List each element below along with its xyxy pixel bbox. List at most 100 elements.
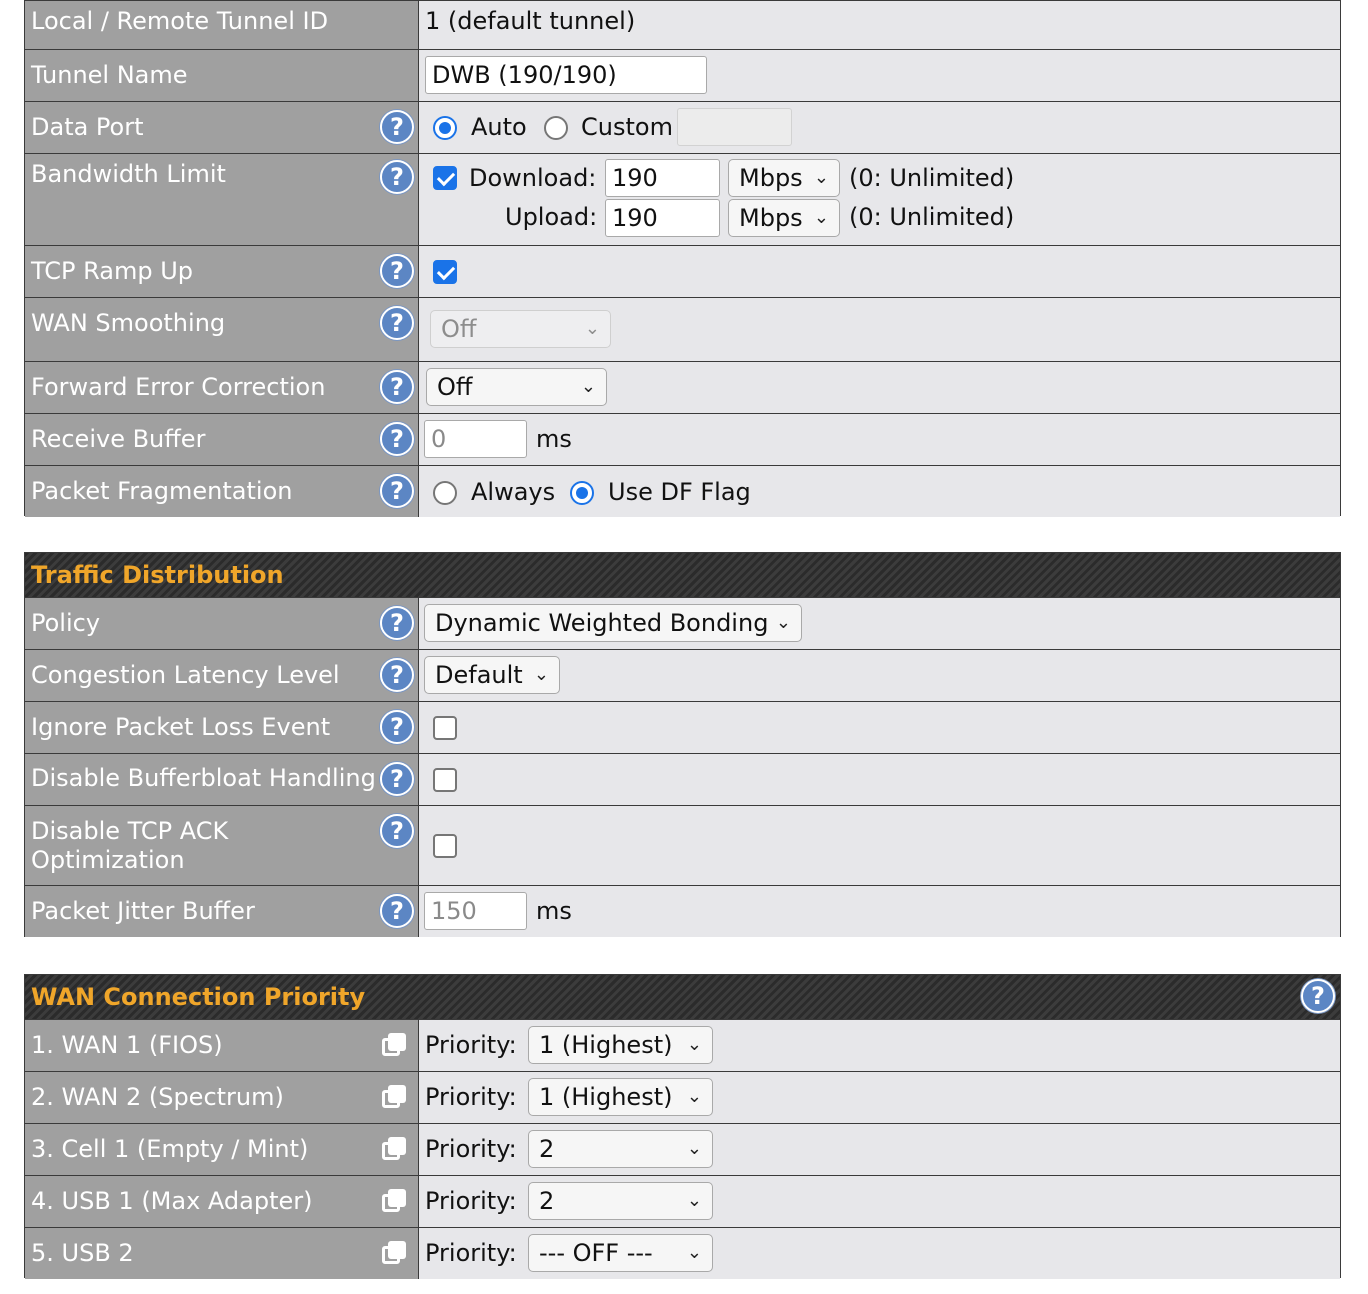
row-fec: Forward Error Correction ? Off ⌄: [25, 361, 1340, 413]
priority-label: Priority:: [425, 1031, 517, 1059]
copy-icon[interactable]: [382, 1033, 406, 1057]
help-icon[interactable]: ?: [380, 606, 414, 640]
chevron-down-icon: ⌄: [813, 207, 829, 228]
traffic-distribution-table: Traffic Distribution Policy ? Dynamic We…: [24, 552, 1341, 937]
ignore-packet-loss-checkbox[interactable]: [433, 716, 457, 740]
copy-icon[interactable]: [382, 1241, 406, 1265]
row-tcp-ramp-up: TCP Ramp Up ?: [25, 245, 1340, 297]
chevron-down-icon: ⌄: [686, 1138, 702, 1159]
tcp-ramp-up-checkbox[interactable]: [433, 260, 457, 284]
wan-smoothing-select[interactable]: Off ⌄: [430, 310, 611, 348]
download-hint: (0: Unlimited): [849, 164, 1015, 192]
row-congestion-latency: Congestion Latency Level ? Default ⌄: [25, 649, 1340, 701]
disable-bufferbloat-checkbox[interactable]: [433, 768, 457, 792]
upload-label: Upload:: [505, 203, 598, 231]
traffic-distribution-title: Traffic Distribution: [25, 553, 1340, 597]
bandwidth-limit-label: Bandwidth Limit: [31, 160, 226, 188]
policy-select[interactable]: Dynamic Weighted Bonding ⌄: [424, 604, 802, 642]
copy-icon[interactable]: [382, 1137, 406, 1161]
row-data-port: Data Port ? Auto Custom: [25, 101, 1340, 153]
help-icon[interactable]: ?: [380, 710, 414, 744]
row-wan-smoothing: WAN Smoothing ? Off ⌄: [25, 297, 1340, 361]
data-port-auto-label: Auto: [471, 113, 527, 141]
wan-row: 3. Cell 1 (Empty / Mint) Priority: 2 ⌄: [25, 1123, 1340, 1175]
help-icon[interactable]: ?: [380, 110, 414, 144]
row-receive-buffer: Receive Buffer ? 0 ms: [25, 413, 1340, 465]
policy-label: Policy: [31, 609, 101, 637]
disable-tcp-ack-label-line2: Optimization: [31, 846, 185, 874]
priority-select[interactable]: 2 ⌄: [528, 1182, 713, 1220]
help-icon[interactable]: ?: [380, 658, 414, 692]
packet-jitter-buffer-label: Packet Jitter Buffer: [31, 897, 255, 925]
priority-select[interactable]: 2 ⌄: [528, 1130, 713, 1168]
fragmentation-df-radio[interactable]: [570, 481, 594, 505]
chevron-down-icon: ⌄: [584, 318, 600, 339]
chevron-down-icon: ⌄: [686, 1190, 702, 1211]
data-port-custom-radio[interactable]: [544, 116, 568, 140]
tcp-ramp-up-label: TCP Ramp Up: [31, 257, 194, 285]
wan-priority-table: WAN Connection Priority ? 1. WAN 1 (FIOS…: [24, 974, 1341, 1279]
help-icon[interactable]: ?: [380, 762, 414, 796]
packet-jitter-buffer-unit: ms: [536, 897, 572, 925]
fec-select[interactable]: Off ⌄: [426, 368, 607, 406]
chevron-down-icon: ⌄: [533, 664, 549, 685]
help-icon[interactable]: ?: [380, 474, 414, 508]
receive-buffer-label: Receive Buffer: [31, 425, 206, 453]
row-packet-jitter-buffer: Packet Jitter Buffer ? 150 ms: [25, 885, 1340, 937]
priority-select[interactable]: --- OFF --- ⌄: [528, 1234, 713, 1272]
data-port-custom-input[interactable]: [677, 108, 792, 146]
row-ignore-packet-loss: Ignore Packet Loss Event ?: [25, 701, 1340, 753]
receive-buffer-input[interactable]: 0: [424, 420, 527, 458]
chevron-down-icon: ⌄: [813, 167, 829, 188]
tunnel-settings-table: Local / Remote Tunnel ID 1 (default tunn…: [24, 0, 1341, 517]
wan-row: 4. USB 1 (Max Adapter) Priority: 2 ⌄: [25, 1175, 1340, 1227]
priority-label: Priority:: [425, 1083, 517, 1111]
help-icon[interactable]: ?: [1301, 979, 1335, 1013]
help-icon[interactable]: ?: [380, 370, 414, 404]
help-icon[interactable]: ?: [380, 894, 414, 928]
upload-input[interactable]: 190: [605, 199, 720, 237]
help-icon[interactable]: ?: [380, 160, 414, 194]
copy-icon[interactable]: [382, 1085, 406, 1109]
chevron-down-icon: ⌄: [686, 1034, 702, 1055]
wan-row: 5. USB 2 Priority: --- OFF --- ⌄: [25, 1227, 1340, 1279]
row-tunnel-name: Tunnel Name DWB (190/190): [25, 49, 1340, 101]
wan-name: 5. USB 2: [31, 1239, 134, 1267]
wan-name: 2. WAN 2 (Spectrum): [31, 1083, 284, 1111]
help-icon[interactable]: ?: [380, 306, 414, 340]
help-icon[interactable]: ?: [380, 422, 414, 456]
congestion-latency-select[interactable]: Default ⌄: [424, 656, 560, 694]
data-port-custom-label: Custom: [581, 113, 673, 141]
priority-label: Priority:: [425, 1239, 517, 1267]
help-icon[interactable]: ?: [380, 254, 414, 288]
row-disable-tcp-ack: Disable TCP ACK Optimization ?: [25, 805, 1340, 885]
tunnel-name-input[interactable]: DWB (190/190): [425, 56, 707, 94]
wan-smoothing-label: WAN Smoothing: [31, 309, 226, 337]
congestion-latency-label: Congestion Latency Level: [31, 661, 340, 689]
data-port-auto-radio[interactable]: [433, 116, 457, 140]
receive-buffer-unit: ms: [536, 425, 572, 453]
bandwidth-limit-checkbox[interactable]: [433, 166, 457, 190]
wan-name: 1. WAN 1 (FIOS): [31, 1031, 223, 1059]
copy-icon[interactable]: [382, 1189, 406, 1213]
wan-name: 4. USB 1 (Max Adapter): [31, 1187, 313, 1215]
packet-jitter-buffer-input[interactable]: 150: [424, 892, 527, 930]
disable-tcp-ack-checkbox[interactable]: [433, 834, 457, 858]
wan-priority-title: WAN Connection Priority ?: [25, 975, 1340, 1019]
row-policy: Policy ? Dynamic Weighted Bonding ⌄: [25, 597, 1340, 649]
download-unit-select[interactable]: Mbps ⌄: [728, 159, 840, 197]
help-icon[interactable]: ?: [380, 814, 414, 848]
disable-bufferbloat-label: Disable Bufferbloat Handling: [31, 764, 376, 792]
fragmentation-always-radio[interactable]: [433, 481, 457, 505]
row-packet-fragmentation: Packet Fragmentation ? Always Use DF Fla…: [25, 465, 1340, 517]
tunnel-id-label: Local / Remote Tunnel ID: [25, 1, 419, 49]
disable-tcp-ack-label-line1: Disable TCP ACK: [31, 817, 229, 845]
priority-select[interactable]: 1 (Highest) ⌄: [528, 1078, 713, 1116]
packet-fragmentation-label: Packet Fragmentation: [31, 477, 293, 505]
upload-unit-select[interactable]: Mbps ⌄: [728, 199, 840, 237]
row-disable-bufferbloat: Disable Bufferbloat Handling ?: [25, 753, 1340, 805]
priority-label: Priority:: [425, 1187, 517, 1215]
priority-label: Priority:: [425, 1135, 517, 1163]
download-input[interactable]: 190: [605, 159, 720, 197]
priority-select[interactable]: 1 (Highest) ⌄: [528, 1026, 713, 1064]
